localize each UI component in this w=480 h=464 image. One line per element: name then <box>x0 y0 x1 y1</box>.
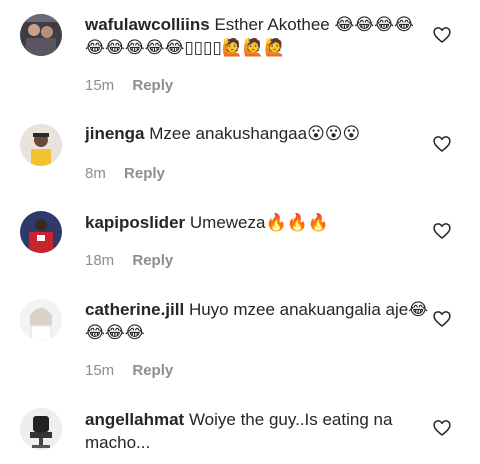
comment-text: jinenga Mzee anakushangaa😮😮😮 <box>85 122 430 145</box>
heart-outline-icon[interactable] <box>432 134 452 154</box>
avatar[interactable] <box>20 124 62 166</box>
reply-button[interactable]: Reply <box>132 362 173 379</box>
comment-username[interactable]: angellahmat <box>85 410 184 429</box>
comment-body: Mzee anakushangaa😮😮😮 <box>149 124 361 143</box>
comment-username[interactable]: kapiposlider <box>85 213 185 232</box>
comment-username[interactable]: wafulawcolliins <box>85 15 210 34</box>
comment-meta: 8m Reply <box>85 165 165 182</box>
reply-button[interactable]: Reply <box>132 252 173 269</box>
comment-time: 18m <box>85 252 115 269</box>
comment-text: angellahmat Woiye the guy..Is eating na … <box>85 408 430 454</box>
avatar[interactable] <box>20 299 62 341</box>
comment-meta: 18m Reply <box>85 252 173 269</box>
comment-time: 15m <box>85 362 115 379</box>
comment-username[interactable]: catherine.jill <box>85 300 184 319</box>
comment-text: kapiposlider Umeweza🔥🔥🔥 <box>85 211 430 234</box>
reply-button[interactable]: Reply <box>132 77 173 94</box>
comment-username[interactable]: jinenga <box>85 124 145 143</box>
avatar[interactable] <box>20 211 62 253</box>
comment-meta: 15m Reply <box>85 362 173 379</box>
comment-meta: 15m Reply <box>85 77 173 94</box>
avatar[interactable] <box>20 408 62 450</box>
comment-text: wafulawcolliins Esther Akothee 😂😂😂😂😂😂😂😂😂… <box>85 13 430 59</box>
avatar[interactable] <box>20 14 62 56</box>
comment-body: Umeweza🔥🔥🔥 <box>189 213 329 232</box>
heart-outline-icon[interactable] <box>432 25 452 45</box>
heart-outline-icon[interactable] <box>432 309 452 329</box>
comment-time: 8m <box>85 165 106 182</box>
comment-time: 15m <box>85 77 115 94</box>
heart-outline-icon[interactable] <box>432 221 452 241</box>
heart-outline-icon[interactable] <box>432 418 452 438</box>
reply-button[interactable]: Reply <box>124 165 165 182</box>
comment-text: catherine.jill Huyo mzee anakuangalia aj… <box>85 298 430 344</box>
